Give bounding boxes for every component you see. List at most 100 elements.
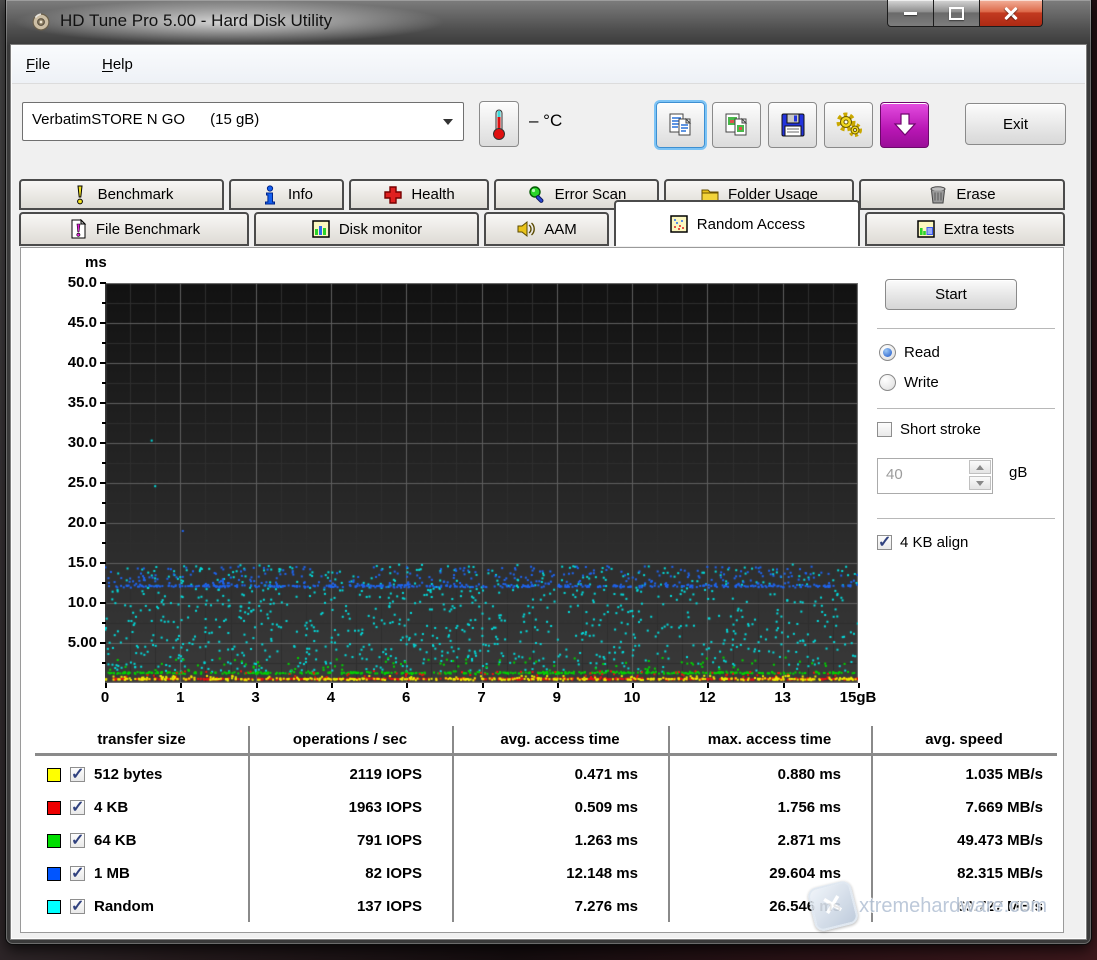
max-access-value: 2.871 ms — [668, 832, 871, 849]
tab-label: AAM — [544, 221, 577, 238]
tab-random-access[interactable]: Random Access — [614, 200, 860, 246]
app-window: HD Tune Pro 5.00 - Hard Disk Utility Fil… — [6, 0, 1091, 944]
y-minor-tick — [102, 462, 106, 464]
series-color-swatch — [47, 834, 61, 848]
y-tick-label: 45.0 — [47, 314, 97, 331]
tab-info[interactable]: Info — [229, 179, 344, 210]
maximize-icon — [949, 7, 964, 20]
read-label: Read — [904, 344, 940, 361]
capacity-spinner[interactable]: 40 — [877, 458, 993, 494]
update-button[interactable] — [880, 102, 929, 148]
x-tick — [180, 683, 182, 688]
series-checkbox[interactable] — [70, 866, 85, 881]
series-checkbox[interactable] — [70, 899, 85, 914]
temperature-button[interactable] — [479, 101, 519, 147]
y-tick-label: 5.00 — [47, 634, 97, 651]
align-label: 4 KB align — [900, 534, 968, 551]
start-button[interactable]: Start — [885, 279, 1017, 310]
temperature-value: – °C — [529, 111, 562, 131]
align-row[interactable]: 4 KB align — [877, 534, 968, 551]
tab-extra-tests[interactable]: Extra tests — [865, 212, 1065, 246]
tab-erase[interactable]: Erase — [859, 179, 1065, 210]
minimize-button[interactable] — [887, 0, 934, 27]
read-radio[interactable] — [879, 344, 896, 361]
title-bar[interactable]: HD Tune Pro 5.00 - Hard Disk Utility — [6, 0, 1091, 44]
short-stroke-row[interactable]: Short stroke — [877, 421, 981, 438]
tab-benchmark[interactable]: Benchmark — [19, 179, 224, 210]
x-tick-label: 13 — [774, 689, 791, 706]
x-tick-label: 12 — [699, 689, 716, 706]
tab-file-benchmark[interactable]: File Benchmark — [19, 212, 249, 246]
random-access-panel: ms 50.045.040.035.030.025.020.015.010.05… — [20, 247, 1064, 933]
y-tick-label: 35.0 — [47, 394, 97, 411]
series-toggle[interactable]: 512 bytes — [35, 766, 248, 783]
series-toggle[interactable]: Random — [35, 898, 248, 915]
drive-select-value: VerbatimSTORE N GO (15 gB) — [32, 111, 259, 128]
series-toggle[interactable]: 4 KB — [35, 799, 248, 816]
drive-select[interactable]: VerbatimSTORE N GO (15 gB) — [22, 102, 464, 141]
x-tick-label: 15gB — [840, 689, 877, 706]
tab-health[interactable]: Health — [349, 179, 489, 210]
minimize-icon — [904, 12, 917, 15]
close-icon — [1004, 6, 1018, 20]
tab-strip: Benchmark Info Health Error Scan Folder … — [11, 177, 1086, 247]
col-header-avg-access: avg. access time — [452, 726, 668, 752]
y-tick-label: 30.0 — [47, 434, 97, 451]
menu-file[interactable]: File — [20, 54, 56, 75]
x-tick-label: 6 — [402, 689, 410, 706]
chevron-down-icon — [443, 119, 453, 125]
copy-screenshot-icon — [723, 111, 751, 139]
avg-access-value: 12.148 ms — [452, 865, 668, 882]
menu-help[interactable]: Help — [96, 54, 139, 75]
spinner-down-button[interactable] — [969, 476, 991, 490]
thermometer-icon — [492, 108, 506, 140]
y-minor-tick — [102, 382, 106, 384]
copy-screenshot-button[interactable] — [712, 102, 761, 148]
short-stroke-checkbox[interactable] — [877, 422, 892, 437]
maximize-button[interactable] — [934, 0, 980, 27]
series-color-swatch — [47, 900, 61, 914]
tab-label: File Benchmark — [96, 221, 200, 238]
avg-access-value: 0.471 ms — [452, 766, 668, 783]
options-button[interactable] — [824, 102, 873, 148]
random-access-scatter-icon — [669, 214, 689, 234]
series-label: 64 KB — [94, 832, 137, 849]
x-tick — [707, 683, 709, 688]
x-tick-label: 10 — [624, 689, 641, 706]
col-header-avg-speed: avg. speed — [871, 726, 1057, 752]
series-label: 1 MB — [94, 865, 130, 882]
x-tick — [331, 683, 333, 688]
tab-label: Info — [288, 186, 313, 203]
series-toggle[interactable]: 1 MB — [35, 865, 248, 882]
series-toggle[interactable]: 64 KB — [35, 832, 248, 849]
tab-disk-monitor[interactable]: Disk monitor — [254, 212, 479, 246]
extra-tests-icon — [916, 219, 936, 239]
x-tick — [783, 683, 785, 688]
ops-value: 2119 IOPS — [248, 766, 452, 783]
series-label: 512 bytes — [94, 766, 162, 783]
series-checkbox[interactable] — [70, 833, 85, 848]
write-radio-row[interactable]: Write — [879, 374, 939, 391]
disk-monitor-icon — [311, 219, 331, 239]
exit-button[interactable]: Exit — [965, 103, 1066, 145]
y-minor-tick — [102, 662, 106, 664]
read-radio-row[interactable]: Read — [879, 344, 940, 361]
ops-value: 791 IOPS — [248, 832, 452, 849]
copy-text-button[interactable] — [656, 102, 705, 148]
tab-label: Disk monitor — [339, 221, 422, 238]
menu-bar: File Help — [12, 46, 1085, 84]
spinner-up-button[interactable] — [969, 460, 991, 474]
x-tick-label: 9 — [553, 689, 561, 706]
align-checkbox[interactable] — [877, 535, 892, 550]
series-checkbox[interactable] — [70, 800, 85, 815]
x-tick — [482, 683, 484, 688]
close-button[interactable] — [980, 0, 1043, 27]
header-underline — [35, 753, 1057, 756]
write-radio[interactable] — [879, 374, 896, 391]
tab-label: Benchmark — [98, 186, 174, 203]
save-button[interactable] — [768, 102, 817, 148]
drive-select-dropdown[interactable] — [433, 103, 463, 140]
series-checkbox[interactable] — [70, 767, 85, 782]
tab-aam[interactable]: AAM — [484, 212, 609, 246]
file-benchmark-icon — [68, 219, 88, 239]
